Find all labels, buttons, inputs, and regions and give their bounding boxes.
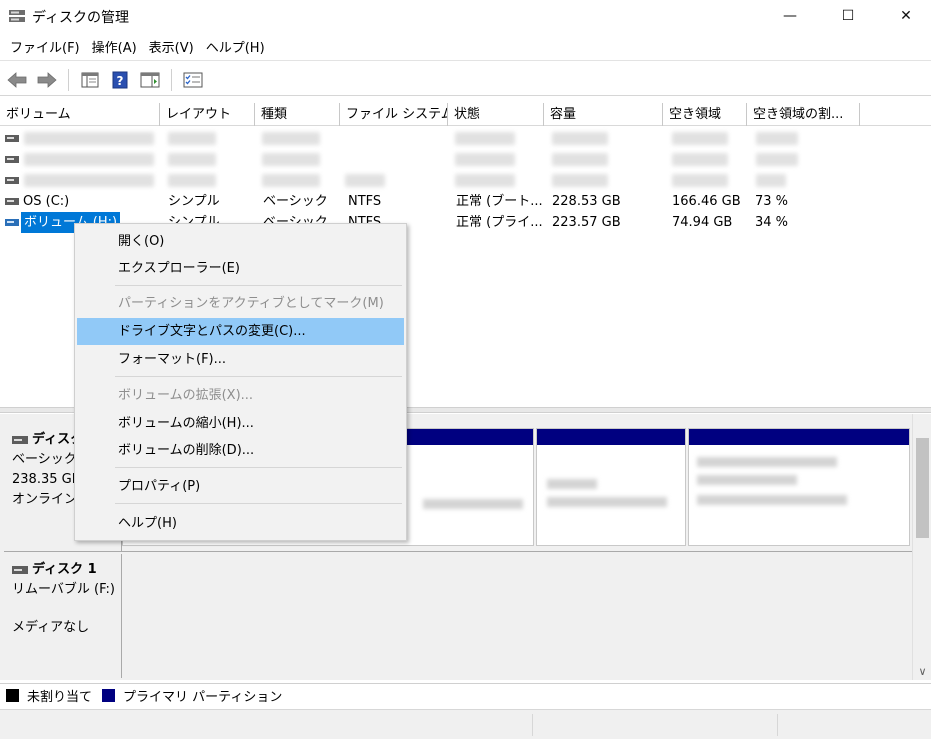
- column-volume[interactable]: ボリューム: [0, 103, 160, 126]
- partition-block[interactable]: [536, 428, 686, 546]
- partition-header: [537, 429, 685, 445]
- menu-separator: [115, 467, 402, 468]
- menu-shrink-volume[interactable]: ボリュームの縮小(H)...: [77, 410, 404, 437]
- title-bar: ディスクの管理 — ☐ ✕: [0, 0, 931, 34]
- volume-capacity: 223.57 GB: [552, 215, 621, 230]
- svg-text:?: ?: [117, 74, 124, 88]
- drive-icon: [5, 156, 19, 163]
- volume-free-space: 74.94 GB: [672, 215, 733, 230]
- volume-status: 正常 (ブート...: [456, 194, 543, 209]
- forward-arrow-icon: [37, 71, 57, 88]
- help-icon: ?: [112, 71, 128, 88]
- menu-bar: ファイル(F) 操作(A) 表示(V) ヘルプ(H): [0, 37, 931, 61]
- menu-explorer[interactable]: エクスプローラー(E): [77, 255, 404, 282]
- context-menu: 開く(O) エクスプローラー(E) パーティションをアクティブとしてマーク(M)…: [74, 223, 407, 541]
- volume-free-percent: 34 %: [755, 215, 789, 230]
- properties-button[interactable]: [137, 68, 163, 92]
- volume-free-space: 166.46 GB: [672, 194, 741, 209]
- partition-block[interactable]: [688, 428, 910, 546]
- menu-help[interactable]: ヘルプ(H): [200, 37, 271, 61]
- volume-layout: シンプル: [168, 194, 220, 209]
- disk-type: リムーバブル (F:): [12, 582, 115, 597]
- menu-properties[interactable]: プロパティ(P): [77, 473, 404, 500]
- menu-change-drive-letter[interactable]: ドライブ文字とパスの変更(C)...: [77, 318, 404, 345]
- status-divider: [777, 714, 778, 736]
- menu-format[interactable]: フォーマット(F)...: [77, 346, 404, 373]
- volume-row-c[interactable]: OS (C:) シンプル ベーシック NTFS 正常 (ブート... 228.5…: [0, 191, 931, 212]
- unallocated-swatch: [6, 689, 19, 702]
- disk-icon: [12, 566, 28, 574]
- disk-divider: [4, 551, 912, 552]
- status-divider: [532, 714, 533, 736]
- disk-management-icon: [9, 10, 25, 22]
- maximize-button[interactable]: ☐: [825, 0, 871, 32]
- legend: 未割り当て プライマリ パーティション: [0, 683, 931, 707]
- column-layout[interactable]: レイアウト: [160, 103, 255, 126]
- menu-mark-active: パーティションをアクティブとしてマーク(M): [118, 296, 384, 311]
- disk-state: メディアなし: [12, 620, 90, 635]
- menu-separator: [115, 285, 402, 286]
- menu-open[interactable]: 開く(O): [77, 228, 404, 255]
- legend-unallocated: 未割り当て: [27, 690, 93, 705]
- column-status[interactable]: 状態: [448, 103, 544, 126]
- status-bar: [0, 709, 931, 739]
- menu-action[interactable]: 操作(A): [86, 37, 143, 61]
- volume-row-obscured[interactable]: [0, 149, 931, 170]
- menu-extend-volume: ボリュームの拡張(X)...: [118, 388, 254, 403]
- partition-header: [689, 429, 909, 445]
- show-console-tree-button[interactable]: [77, 68, 103, 92]
- column-capacity[interactable]: 容量: [544, 103, 663, 126]
- console-tree-icon: [81, 72, 99, 87]
- checklist-icon: [183, 72, 203, 87]
- back-button[interactable]: [4, 68, 30, 92]
- volume-row-obscured[interactable]: [0, 128, 931, 149]
- menu-help-item[interactable]: ヘルプ(H): [77, 510, 404, 537]
- volume-capacity: 228.53 GB: [552, 194, 621, 209]
- disk-1-label[interactable]: ディスク 1 リムーバブル (F:) メディアなし: [4, 554, 122, 678]
- volume-type: ベーシック: [263, 194, 328, 209]
- volume-list-header: ボリューム レイアウト 種類 ファイル システム 状態 容量 空き領域 空き領域…: [0, 103, 931, 126]
- menu-separator: [115, 376, 402, 377]
- drive-icon: [5, 219, 19, 226]
- toolbar-separator: [68, 68, 69, 91]
- drive-icon: [5, 177, 19, 184]
- primary-partition-swatch: [102, 689, 116, 702]
- legend-primary: プライマリ パーティション: [123, 690, 283, 705]
- menu-separator: [115, 503, 402, 504]
- menu-delete-volume[interactable]: ボリュームの削除(D)...: [77, 437, 404, 464]
- toolbar: ?: [0, 64, 931, 96]
- volume-free-percent: 73 %: [755, 194, 789, 209]
- drive-icon: [5, 135, 19, 142]
- scroll-down-button[interactable]: ∨: [913, 662, 931, 680]
- back-arrow-icon: [7, 71, 27, 88]
- properties-icon: [140, 72, 160, 87]
- volume-row-obscured[interactable]: [0, 170, 931, 191]
- disk-name: ディスク 1: [32, 562, 97, 577]
- menu-view[interactable]: 表示(V): [143, 37, 200, 61]
- minimize-button[interactable]: —: [767, 0, 813, 32]
- column-type[interactable]: 種類: [255, 103, 340, 126]
- volume-filesystem: NTFS: [348, 194, 382, 209]
- forward-button[interactable]: [34, 68, 60, 92]
- window-title: ディスクの管理: [32, 10, 130, 26]
- drive-icon: [5, 198, 19, 205]
- checklist-button[interactable]: [180, 68, 206, 92]
- toolbar-separator: [171, 68, 172, 91]
- column-free-space[interactable]: 空き領域: [663, 103, 747, 126]
- menu-file[interactable]: ファイル(F): [4, 37, 86, 61]
- disk-icon: [12, 436, 28, 444]
- column-free-percent[interactable]: 空き領域の割...: [747, 103, 860, 126]
- close-button[interactable]: ✕: [883, 0, 929, 32]
- help-button[interactable]: ?: [107, 68, 133, 92]
- scrollbar-thumb[interactable]: [916, 438, 929, 538]
- volume-name: OS (C:): [23, 194, 70, 209]
- volume-status: 正常 (プライ...: [456, 215, 543, 230]
- disk-pane-scrollbar[interactable]: ∨: [912, 414, 931, 680]
- column-filesystem[interactable]: ファイル システム: [340, 103, 448, 126]
